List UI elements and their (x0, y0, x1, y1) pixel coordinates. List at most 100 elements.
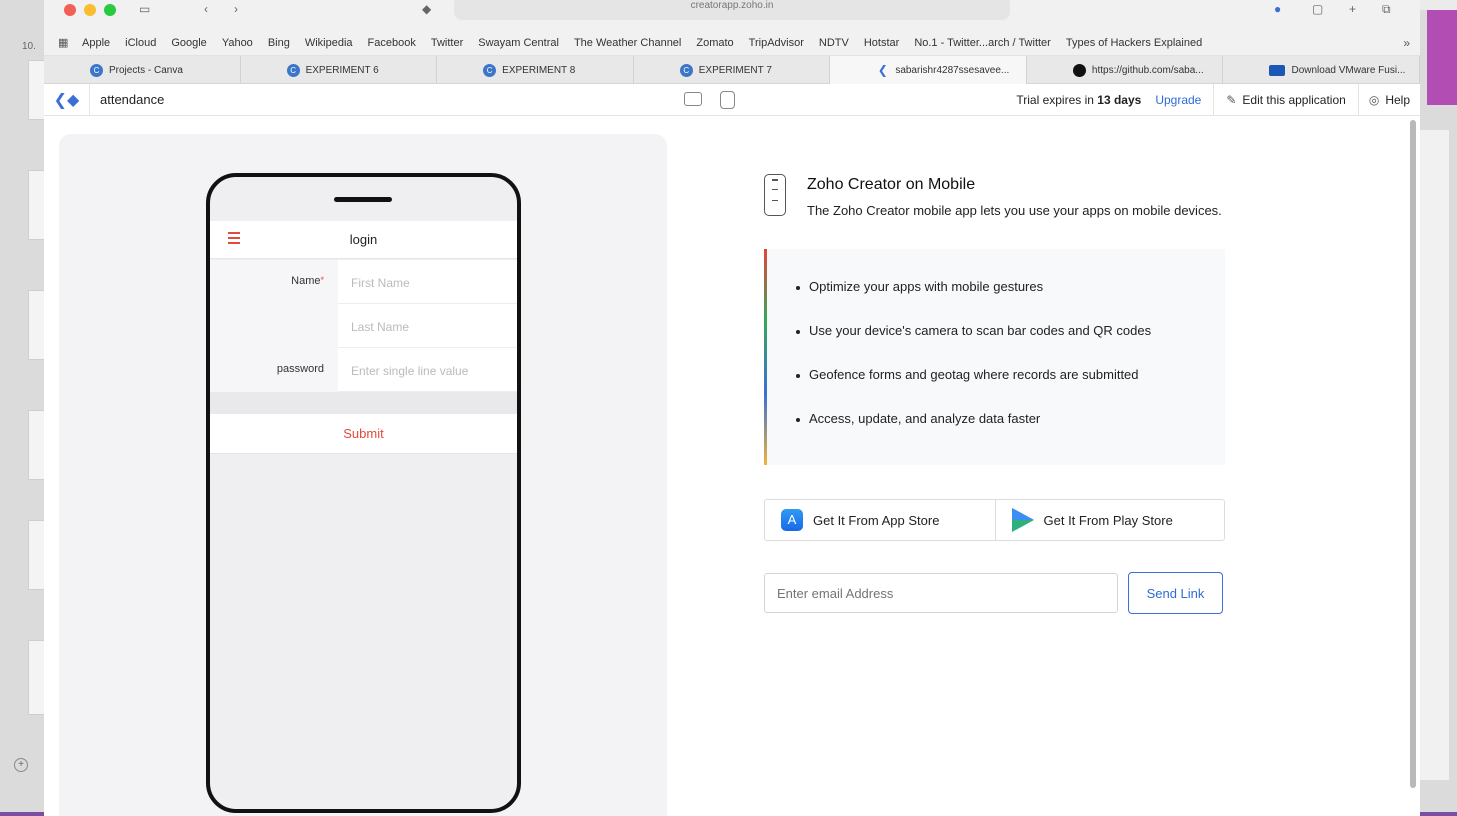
help-button[interactable]: ◎ Help (1359, 93, 1420, 107)
mobile-phone-icon (764, 174, 786, 216)
bookmark-link[interactable]: Swayam Central (478, 37, 559, 49)
bookmark-link[interactable]: Wikipedia (305, 37, 353, 49)
device-preview-switcher (684, 91, 844, 148)
title-bar: ▭ ‹ › ◆ creatorapp.zoho.in ● ▢ + ⧉ (44, 0, 1420, 30)
canva-icon: C (90, 63, 103, 77)
edit-application-button[interactable]: ✎ Edit this application (1214, 93, 1357, 107)
tab-github[interactable]: https://github.com/saba... (1027, 56, 1224, 84)
phone-header: login (210, 221, 517, 259)
minimize-window-button[interactable] (84, 4, 96, 16)
bookmark-link[interactable]: iCloud (125, 37, 156, 49)
password-input[interactable]: Enter single line value (338, 348, 517, 392)
send-link-button[interactable]: Send Link (1128, 572, 1223, 614)
upgrade-link[interactable]: Upgrade (1155, 93, 1201, 107)
tab-zoho-creator[interactable]: ❮ sabarishr4287ssesavee... (830, 56, 1027, 84)
close-window-button[interactable] (64, 4, 76, 16)
feature-item: Geofence forms and geotag where records … (792, 367, 1225, 411)
forward-icon[interactable]: › (234, 2, 238, 16)
zoho-creator-logo-icon[interactable]: ❮◆ (44, 83, 90, 116)
tab-experiment-7[interactable]: C EXPERIMENT 7 (634, 56, 831, 84)
url-text: creatorapp.zoho.in (690, 0, 774, 11)
bookmark-link[interactable]: The Weather Channel (574, 37, 681, 49)
tab-bar: C Projects - Canva C EXPERIMENT 6 C EXPE… (44, 56, 1420, 84)
bookmark-link[interactable]: Yahoo (222, 37, 253, 49)
desktop-preview-icon[interactable] (684, 92, 702, 106)
login-form: Name* First Name Last Name password Ente… (210, 260, 517, 392)
help-label: Help (1385, 93, 1410, 107)
bookmark-link[interactable]: Twitter (431, 37, 463, 49)
github-icon (1072, 63, 1086, 77)
bookmark-link[interactable]: Apple (82, 37, 110, 49)
bookmark-link[interactable]: Facebook (368, 37, 416, 49)
background-panel (1417, 130, 1449, 780)
app-header: ❮◆ attendance Trial expires in 13 days U… (44, 83, 1420, 148)
tab-experiment-8[interactable]: C EXPERIMENT 8 (437, 56, 634, 84)
zoom-icon[interactable]: + (14, 758, 28, 772)
first-name-input[interactable]: First Name (338, 260, 517, 304)
maximize-window-button[interactable] (104, 4, 116, 16)
doc-thumb (28, 60, 44, 120)
app-store-button[interactable]: A Get It From App Store (765, 500, 995, 540)
tablet-preview-icon[interactable] (720, 91, 735, 109)
doc-thumb (28, 640, 44, 715)
canva-icon: C (483, 63, 497, 77)
email-input[interactable] (764, 573, 1118, 613)
bookmark-link[interactable]: Bing (268, 37, 290, 49)
bookmark-link[interactable]: Zomato (696, 37, 733, 49)
bookmark-link[interactable]: TripAdvisor (749, 37, 804, 49)
page-scrollbar[interactable] (1410, 120, 1416, 788)
canva-icon: C (679, 63, 693, 77)
header-actions: Trial expires in 13 days Upgrade ✎ Edit … (1016, 84, 1420, 116)
tab-experiment-6[interactable]: C EXPERIMENT 6 (241, 56, 438, 84)
phone-frame: login Name* First Name Last Name passwor… (206, 173, 521, 813)
mobile-preview-pane: login Name* First Name Last Name passwor… (59, 134, 667, 816)
tab-vmware[interactable]: Download VMware Fusi... (1223, 56, 1420, 84)
bookmark-link[interactable]: No.1 - Twitter...arch / Twitter (914, 37, 1051, 49)
desktop-right-window (1417, 10, 1457, 816)
address-bar[interactable]: creatorapp.zoho.in (454, 0, 1010, 20)
canva-icon: C (286, 63, 300, 77)
play-store-label: Get It From Play Store (1043, 512, 1173, 528)
back-icon[interactable]: ‹ (204, 2, 208, 16)
share-icon[interactable]: ▢ (1312, 2, 1323, 16)
last-name-row: Last Name (210, 304, 517, 348)
play-store-button[interactable]: Get It From Play Store (994, 500, 1225, 540)
required-mark: * (320, 275, 324, 285)
desktop-left-window: 10. + (0, 0, 44, 816)
store-buttons: A Get It From App Store Get It From Play… (764, 499, 1225, 541)
google-play-icon (1011, 508, 1034, 532)
submit-button[interactable]: Submit (210, 414, 517, 454)
more-bookmarks-icon[interactable]: » (1403, 36, 1410, 50)
app-name: attendance (100, 92, 165, 107)
doc-thumb (28, 170, 44, 240)
app-store-icon: A (781, 509, 803, 531)
tab-overview-icon[interactable]: ⧉ (1382, 2, 1391, 17)
bookmark-link[interactable]: Types of Hackers Explained (1066, 37, 1202, 49)
last-name-input[interactable]: Last Name (338, 304, 517, 348)
tab-label: https://github.com/saba... (1091, 64, 1204, 76)
tab-label: sabarishr4287ssesavee... (895, 64, 1010, 76)
shield-icon[interactable]: ◆ (422, 2, 431, 16)
feature-item: Optimize your apps with mobile gestures (792, 279, 1225, 323)
side-number: 10. (22, 41, 36, 52)
toggle-icon[interactable]: ● (1274, 2, 1281, 16)
bookmark-link[interactable]: Hotstar (864, 37, 899, 49)
new-tab-icon[interactable]: + (1349, 2, 1356, 16)
form-spacer (210, 392, 517, 414)
trial-notice: Trial expires in 13 days (1016, 93, 1142, 107)
desktop-wallpaper (1427, 10, 1457, 105)
sidebar-icon[interactable]: ▭ (139, 2, 150, 16)
vmware-icon (1269, 64, 1286, 76)
password-label: password (276, 363, 324, 375)
tab-canva-projects[interactable]: C Projects - Canva (44, 56, 241, 84)
grid-icon[interactable]: ▦ (58, 36, 70, 49)
main-content: login Name* First Name Last Name passwor… (44, 118, 1420, 816)
feature-item: Use your device's camera to scan bar cod… (792, 323, 1225, 367)
bookmark-link[interactable]: NDTV (819, 37, 849, 49)
bookmark-link[interactable]: Google (171, 37, 206, 49)
bookmarks-bar: ▦ Apple iCloud Google Yahoo Bing Wikiped… (44, 30, 1420, 56)
first-name-row: Name* First Name (210, 260, 517, 304)
password-row: password Enter single line value (210, 348, 517, 392)
tab-label: EXPERIMENT 8 (502, 64, 576, 76)
browser-window: ▭ ‹ › ◆ creatorapp.zoho.in ● ▢ + ⧉ ▦ App… (44, 0, 1420, 816)
